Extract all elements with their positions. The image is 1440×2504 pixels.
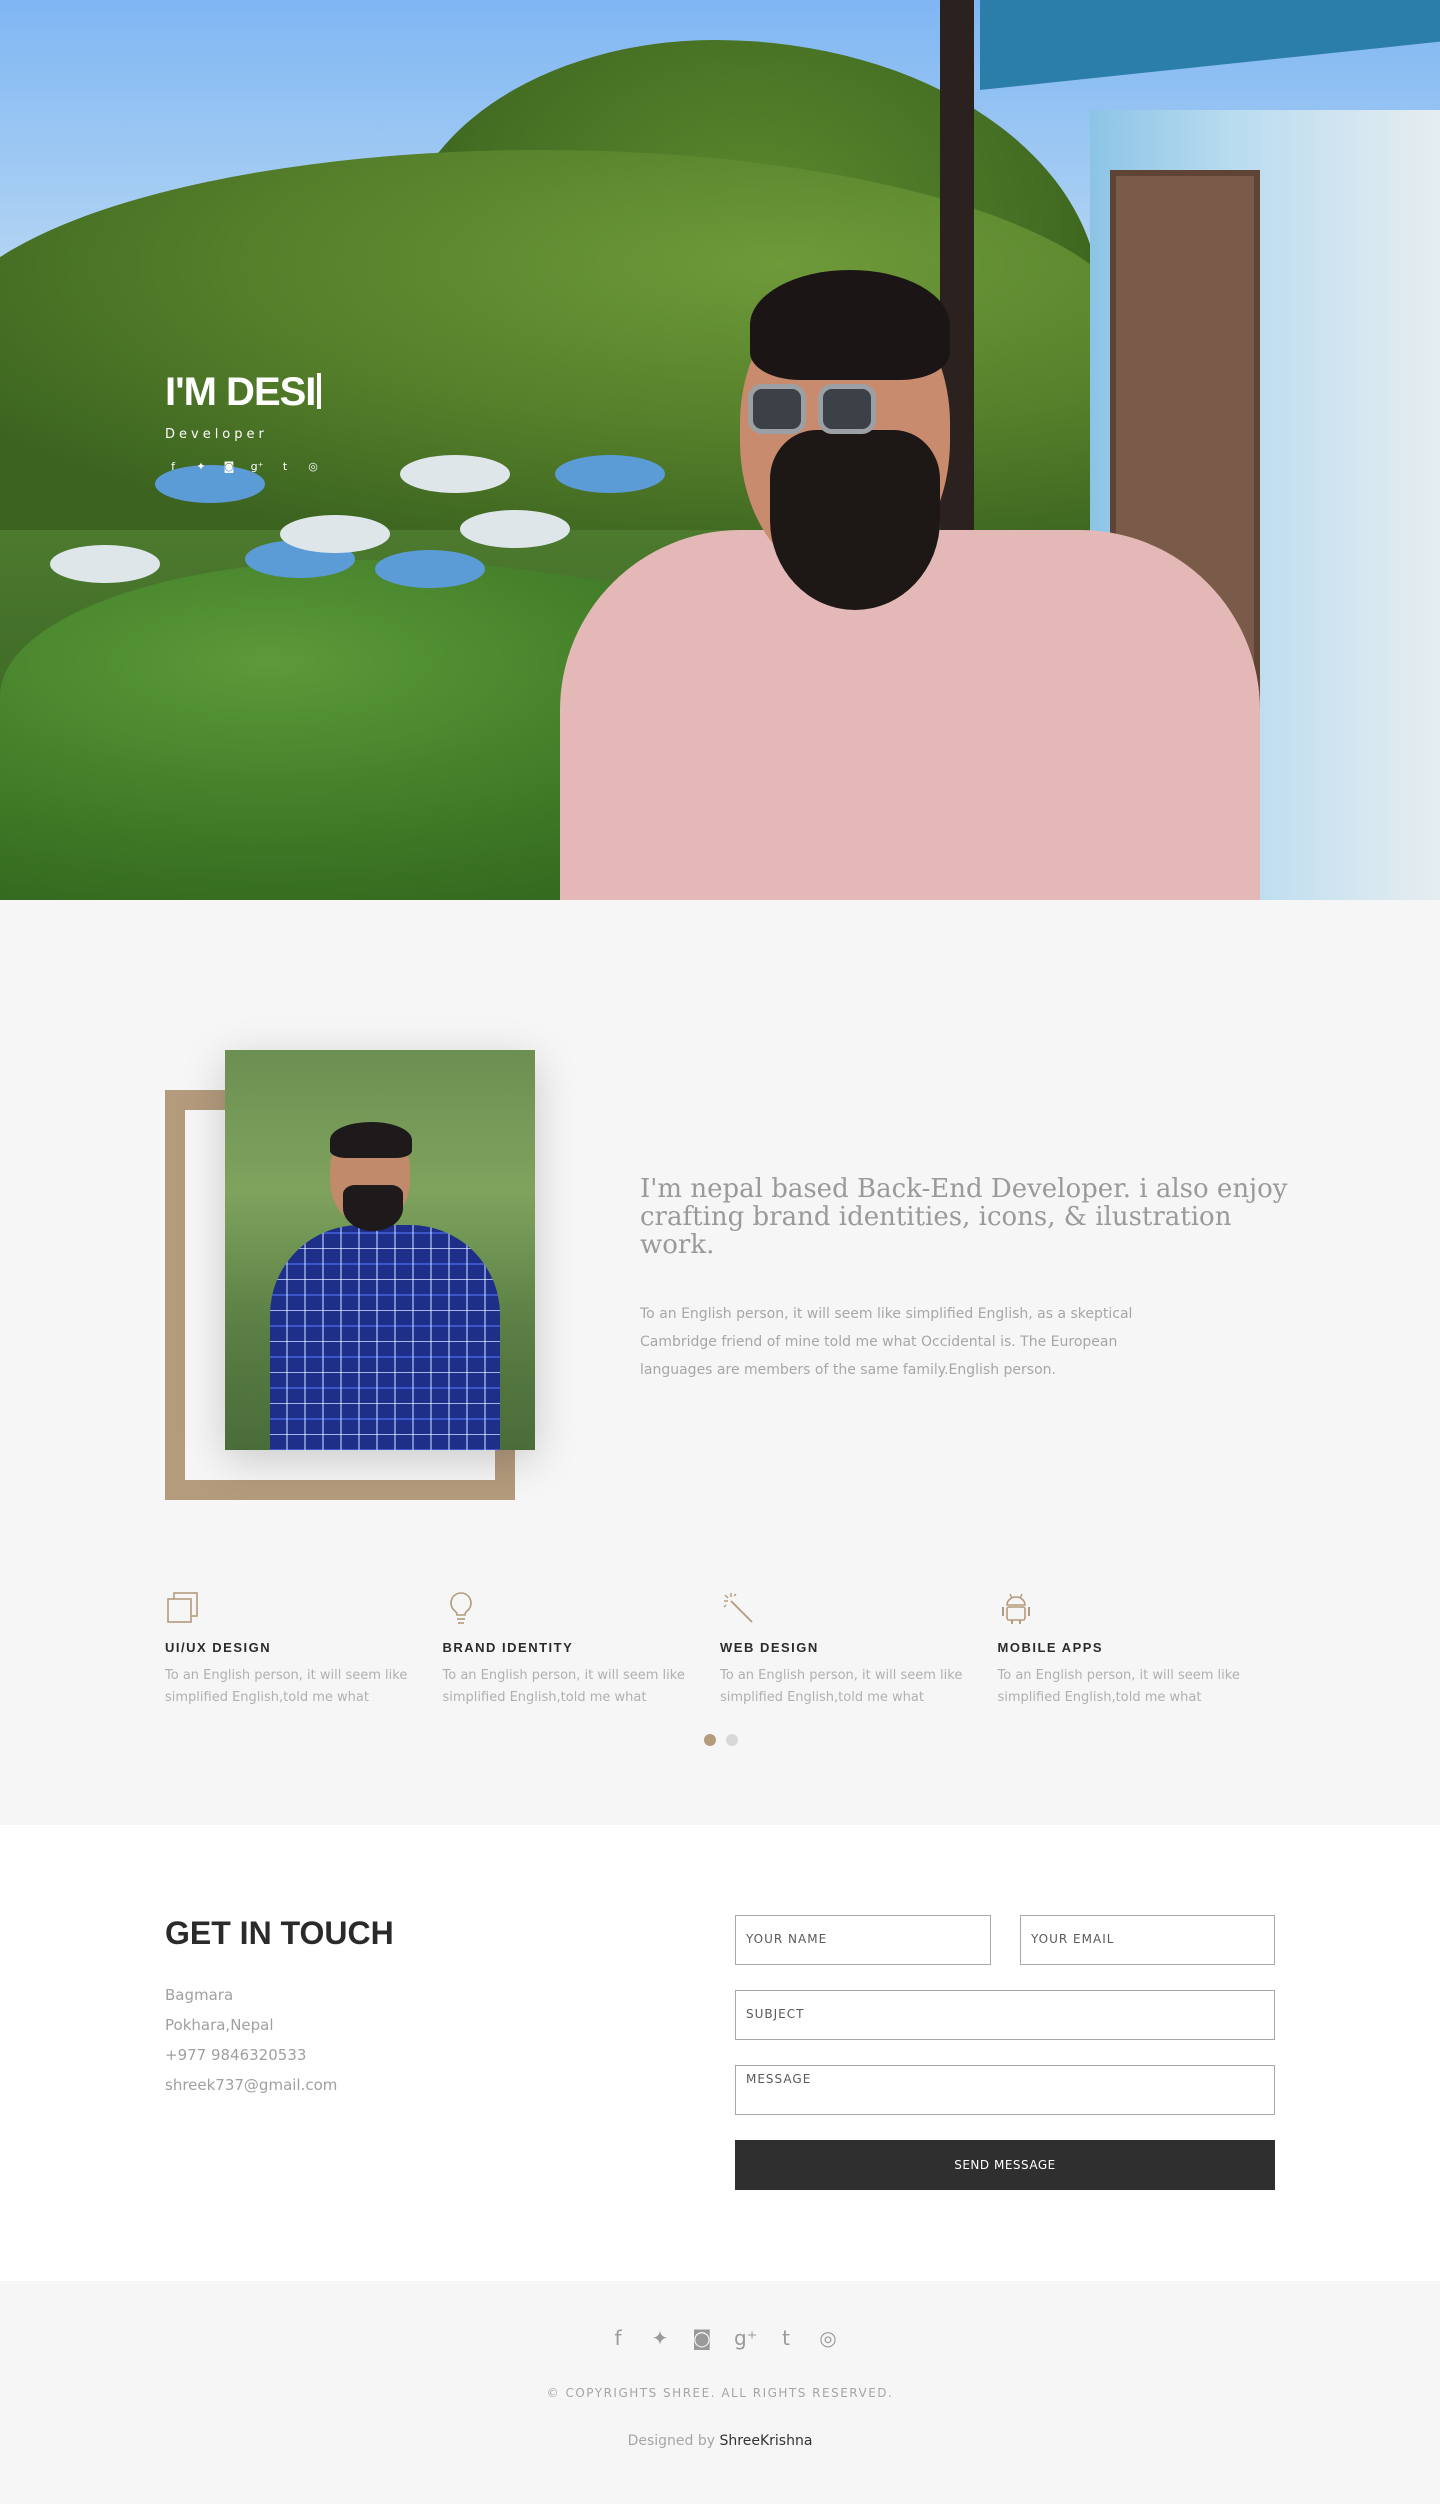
service-item: MOBILE APPS To an English person, it wil… — [998, 1590, 1276, 1709]
decor-fish — [50, 545, 160, 583]
instagram-icon[interactable]: ◙ — [692, 2326, 712, 2350]
service-text: To an English person, it will seem like … — [720, 1668, 963, 1705]
email-address[interactable]: shreek737@gmail.com — [165, 2070, 337, 2100]
address-line-2: Pokhara,Nepal — [165, 2016, 274, 2034]
tumblr-icon[interactable]: t — [277, 460, 293, 473]
lightbulb-icon — [443, 1590, 721, 1630]
footer: f ✦ ◙ g⁺ t ◎ © COPYRIGHTS SHREE. ALL RIG… — [0, 2281, 1440, 2504]
google-plus-icon[interactable]: g⁺ — [249, 460, 265, 473]
typing-cursor — [317, 373, 322, 409]
decor-fish — [375, 550, 485, 588]
address-line-1: Bagmara — [165, 1986, 234, 2004]
services-list: UI/UX DESIGN To an English person, it wi… — [165, 1590, 1275, 1709]
message-textarea[interactable]: MESSAGE — [735, 2065, 1275, 2115]
decor-fish — [460, 510, 570, 548]
service-title: WEB DESIGN — [720, 1640, 819, 1655]
about-heading: I'm nepal based Back-End Developer. i al… — [640, 1174, 1288, 1260]
about-section: I'm nepal based Back-End Developer. i al… — [0, 900, 1440, 1825]
phone-number: +977 9846320533 — [165, 2046, 307, 2064]
contact-info: Bagmara Pokhara,Nepal +977 9846320533 sh… — [165, 1980, 337, 2100]
hero-subtitle: Developer — [165, 427, 268, 442]
decor-fish — [280, 515, 390, 553]
hero-section: I'M DESI Developer f ✦ ◙ g⁺ t ◎ — [0, 0, 1440, 900]
hero-text: I'M DESI Developer f ✦ ◙ g⁺ t ◎ — [165, 370, 322, 473]
service-text: To an English person, it will seem like … — [165, 1668, 408, 1705]
service-title: MOBILE APPS — [997, 1640, 1104, 1655]
layers-icon — [165, 1590, 443, 1630]
magic-wand-icon — [720, 1590, 998, 1630]
dribbble-icon[interactable]: ◎ — [305, 460, 321, 473]
profile-photo — [225, 1050, 535, 1450]
carousel-dot-1[interactable] — [704, 1734, 716, 1746]
send-message-button[interactable]: SEND MESSAGE — [735, 2140, 1275, 2190]
instagram-icon[interactable]: ◙ — [221, 460, 237, 473]
dribbble-icon[interactable]: ◎ — [818, 2326, 838, 2350]
carousel-dots — [704, 1734, 738, 1746]
facebook-icon[interactable]: f — [165, 460, 181, 473]
hero-person-sunglasses — [748, 384, 878, 440]
hero-person-hair — [750, 270, 950, 380]
decor-fish — [555, 455, 665, 493]
service-text: To an English person, it will seem like … — [997, 1668, 1240, 1705]
designed-by: Designed by ShreeKrishna — [627, 2433, 813, 2449]
subject-input[interactable]: SUBJECT — [735, 1990, 1275, 2040]
about-paragraph: To an English person, it will seem like … — [640, 1306, 1133, 1378]
decor-fish — [400, 455, 510, 493]
facebook-icon[interactable]: f — [608, 2326, 628, 2350]
android-icon — [998, 1590, 1276, 1630]
email-input[interactable]: YOUR EMAIL — [1020, 1915, 1275, 1965]
service-text: To an English person, it will seem like … — [442, 1668, 685, 1705]
service-item: WEB DESIGN To an English person, it will… — [720, 1590, 998, 1709]
service-title: UI/UX DESIGN — [165, 1640, 272, 1655]
contact-section: GET IN TOUCH Bagmara Pokhara,Nepal +977 … — [0, 1825, 1440, 2281]
twitter-icon[interactable]: ✦ — [193, 460, 209, 473]
footer-social-links: f ✦ ◙ g⁺ t ◎ — [608, 2326, 838, 2350]
service-item: BRAND IDENTITY To an English person, it … — [443, 1590, 721, 1709]
name-input[interactable]: YOUR NAME — [735, 1915, 991, 1965]
service-item: UI/UX DESIGN To an English person, it wi… — [165, 1590, 443, 1709]
designer-link[interactable]: ShreeKrishna — [720, 2433, 813, 2449]
google-plus-icon[interactable]: g⁺ — [734, 2326, 757, 2350]
carousel-dot-2[interactable] — [726, 1734, 738, 1746]
copyright-text: © COPYRIGHTS SHREE. ALL RIGHTS RESERVED. — [546, 2386, 894, 2400]
service-title: BRAND IDENTITY — [442, 1640, 574, 1655]
contact-heading: GET IN TOUCH — [165, 1915, 394, 1951]
hero-social-links: f ✦ ◙ g⁺ t ◎ — [165, 460, 321, 473]
hero-title: I'M DESI — [165, 370, 322, 415]
tumblr-icon[interactable]: t — [776, 2326, 796, 2350]
hero-person-beard — [770, 430, 940, 610]
twitter-icon[interactable]: ✦ — [650, 2326, 670, 2350]
